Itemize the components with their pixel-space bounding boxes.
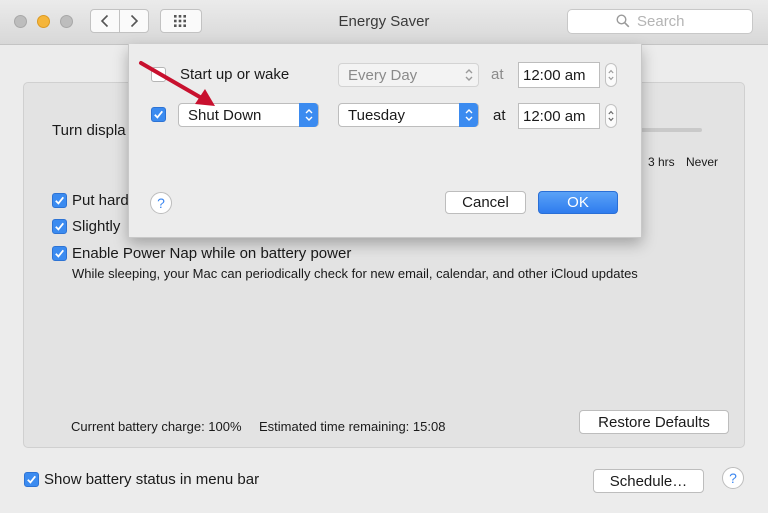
stepper-arrows-icon (608, 69, 614, 81)
checkmark-icon (55, 222, 65, 231)
help-button[interactable]: ? (722, 467, 744, 489)
slightly-dim-checkbox[interactable] (52, 219, 67, 234)
updown-chevron-icon (459, 63, 478, 87)
startup-at-label: at (491, 66, 504, 83)
put-hard-disks-checkbox[interactable] (52, 193, 67, 208)
time-remaining-text: Estimated time remaining: 15:08 (259, 419, 446, 434)
startup-day-popup[interactable]: Every Day (338, 63, 479, 87)
stepper-arrows-icon (608, 110, 614, 122)
shutdown-day-value: Tuesday (348, 107, 405, 124)
updown-chevron-icon (299, 103, 318, 127)
shutdown-at-label: at (493, 107, 506, 124)
checkmark-icon (55, 196, 65, 205)
battery-charge-text: Current battery charge: 100% (71, 419, 242, 434)
startup-time-value: 12:00 am (523, 67, 586, 84)
schedule-button[interactable]: Schedule… (593, 469, 704, 493)
checkmark-icon (55, 249, 65, 258)
startup-time-field[interactable]: 12:00 am (518, 62, 600, 88)
power-nap-description: While sleeping, your Mac can periodicall… (72, 266, 638, 281)
show-battery-status-checkbox[interactable] (24, 472, 39, 487)
restore-defaults-button[interactable]: Restore Defaults (579, 410, 729, 434)
sheet-help-button[interactable]: ? (150, 192, 172, 214)
display-sleep-slider[interactable] (640, 128, 702, 132)
updown-chevron-icon (459, 103, 478, 127)
slightly-dim-label: Slightly (72, 218, 121, 235)
show-battery-status-label: Show battery status in menu bar (44, 471, 260, 488)
power-nap-label: Enable Power Nap while on battery power (72, 245, 352, 262)
red-arrow-icon (139, 61, 215, 106)
shutdown-time-field[interactable]: 12:00 am (518, 103, 600, 129)
shutdown-day-popup[interactable]: Tuesday (338, 103, 479, 127)
startup-time-stepper[interactable] (605, 63, 617, 87)
search-icon (616, 14, 630, 28)
search-placeholder: Search (637, 13, 685, 30)
shutdown-time-stepper[interactable] (605, 104, 617, 128)
cancel-button[interactable]: Cancel (445, 191, 526, 214)
slider-tick-3hrs: 3 hrs (648, 155, 675, 169)
slider-tick-never: Never (686, 155, 719, 169)
power-nap-checkbox[interactable] (52, 246, 67, 261)
turn-display-off-label: Turn displa (52, 122, 126, 139)
startup-day-value: Every Day (348, 67, 418, 84)
ok-button[interactable]: OK (538, 191, 618, 214)
shutdown-time-value: 12:00 am (523, 108, 586, 125)
checkmark-icon (27, 475, 37, 484)
put-hard-disks-label: Put hard (72, 192, 129, 209)
